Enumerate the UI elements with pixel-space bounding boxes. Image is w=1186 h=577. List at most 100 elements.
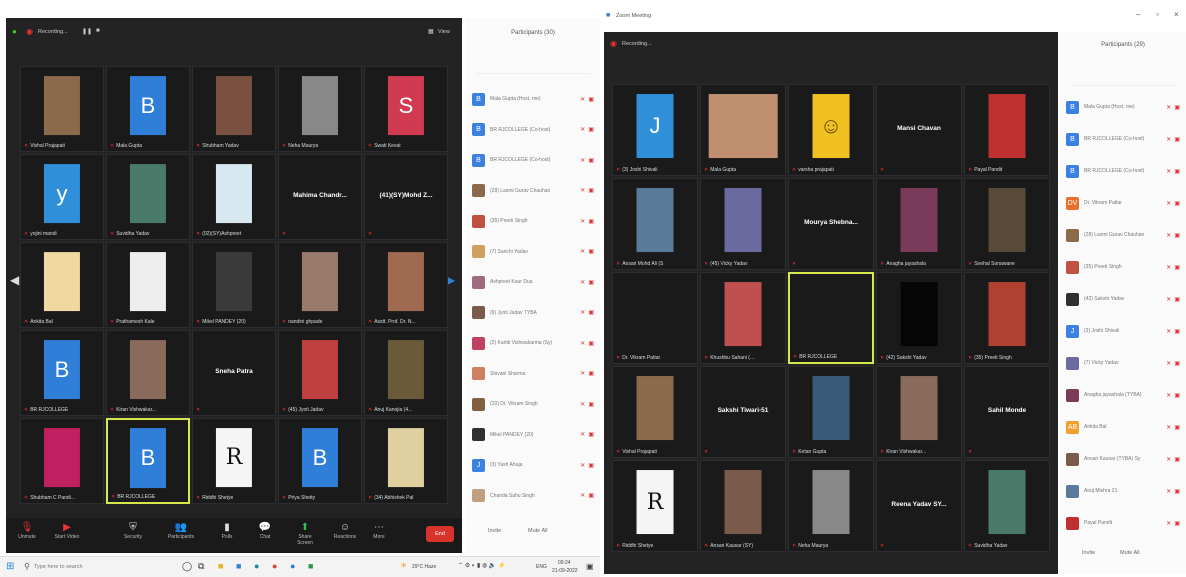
muted-mic-icon[interactable]: ✕ — [580, 96, 585, 103]
participant-row[interactable]: (6) Jyoti Jadav TYBA ✕ ▣ — [472, 302, 594, 324]
reactions-button[interactable]: ☺ Reactions — [330, 522, 360, 540]
video-tile[interactable]: ✕ Ketan Gupta — [788, 366, 874, 458]
video-tile[interactable]: ✕ Payal Pandit — [964, 84, 1050, 176]
video-off-icon[interactable]: ▣ — [588, 462, 594, 469]
video-tile[interactable]: B ✕ Priya Shetty — [278, 418, 362, 504]
participant-row[interactable]: Payal Pandit ✕ ▣ — [1066, 512, 1180, 534]
tray-icons[interactable]: ⌃ ⚙ ◐ ▮ ◍ 🔈 ⚡ — [458, 562, 506, 569]
participant-row[interactable]: (42) Sakshi Yadav ✕ ▣ — [1066, 288, 1180, 310]
right-mute-all-button[interactable]: Mute All — [1120, 550, 1140, 556]
video-off-icon[interactable]: ▣ — [1174, 392, 1180, 399]
close-icon[interactable]: × — [1174, 10, 1179, 19]
muted-mic-icon[interactable]: ✕ — [580, 401, 585, 408]
video-off-icon[interactable]: ▣ — [588, 340, 594, 347]
video-off-icon[interactable]: ▣ — [1174, 264, 1180, 271]
participant-row[interactable]: Ansari Kausar (TYBA) Sy ✕ ▣ — [1066, 448, 1180, 470]
video-off-icon[interactable]: ▣ — [588, 126, 594, 133]
video-tile[interactable]: Mourya Shebna... ✕ — [788, 178, 874, 270]
participant-row[interactable]: (20) Dr. Vikram Singh ✕ ▣ — [472, 393, 594, 415]
video-tile[interactable]: ✕ (42) Sakshi Yadav — [876, 272, 962, 364]
video-tile[interactable]: Reena Yadav SY... ✕ — [876, 460, 962, 552]
participant-row[interactable]: B Mala Gupta (Host, me) ✕ ▣ — [1066, 96, 1180, 118]
video-tile[interactable]: ✕ Neha Maurya — [788, 460, 874, 552]
muted-mic-icon[interactable]: ✕ — [1166, 520, 1171, 527]
windows-start-icon[interactable]: ⊞ — [6, 561, 14, 572]
muted-mic-icon[interactable]: ✕ — [580, 248, 585, 255]
muted-mic-icon[interactable]: ✕ — [580, 218, 585, 225]
video-tile[interactable]: B ✕ BR RJCOLLEGE — [20, 330, 104, 416]
participant-row[interactable]: B Mala Gupta (Host, me) ✕ ▣ — [472, 88, 594, 110]
taskbar-weather[interactable]: 29°C Haze — [412, 564, 436, 570]
video-off-icon[interactable]: ▣ — [588, 96, 594, 103]
muted-mic-icon[interactable]: ✕ — [580, 126, 585, 133]
video-off-icon[interactable]: ▣ — [588, 187, 594, 194]
more-button[interactable]: ⋯ More — [364, 522, 394, 540]
security-button[interactable]: ⛨ Security — [118, 522, 148, 540]
participant-row[interactable]: (28) Laxmi Gurav Chauhan ✕ ▣ — [472, 180, 594, 202]
participant-row[interactable]: Anuj Mishra 21 ✕ ▣ — [1066, 480, 1180, 502]
muted-mic-icon[interactable]: ✕ — [1166, 360, 1171, 367]
muted-mic-icon[interactable]: ✕ — [1166, 104, 1171, 111]
taskbar-lang[interactable]: ENG — [536, 564, 547, 570]
video-off-icon[interactable]: ▣ — [588, 279, 594, 286]
prev-page-arrow[interactable]: ◀ — [10, 273, 19, 287]
file-explorer-icon[interactable]: ■ — [218, 561, 223, 571]
participant-row[interactable]: (35) Preeti Singh ✕ ▣ — [472, 210, 594, 232]
muted-mic-icon[interactable]: ✕ — [1166, 200, 1171, 207]
view-grid-icon[interactable]: ▦ — [428, 28, 434, 35]
video-tile[interactable]: ✕ Shubham C Pandi... — [20, 418, 104, 504]
muted-mic-icon[interactable]: ✕ — [1166, 328, 1171, 335]
maximize-icon[interactable]: ▫ — [1156, 10, 1159, 19]
taskbar-date[interactable]: 21-09-2022 — [552, 568, 578, 574]
muted-mic-icon[interactable]: ✕ — [1166, 264, 1171, 271]
participant-row[interactable]: DV Dr. Vikram Pattar ✕ ▣ — [1066, 192, 1180, 214]
video-tile[interactable]: ✕ (45) Jyoti Jadav — [278, 330, 362, 416]
video-off-icon[interactable]: ▣ — [588, 492, 594, 499]
video-off-icon[interactable]: ▣ — [588, 157, 594, 164]
participant-row[interactable]: Ashpreet Kaur Dua ✕ ▣ — [472, 271, 594, 293]
share-screen-button[interactable]: ⬆ Share Screen — [290, 522, 320, 546]
muted-mic-icon[interactable]: ✕ — [1166, 424, 1171, 431]
video-tile[interactable]: Mansi Chavan ✕ — [876, 84, 962, 176]
taskbar-time[interactable]: 09:24 — [558, 560, 571, 566]
video-off-icon[interactable]: ▣ — [1174, 424, 1180, 431]
right-invite-button[interactable]: Invite — [1082, 550, 1095, 556]
taskbar-search-input[interactable]: Type here to search — [34, 564, 83, 570]
pause-icon[interactable]: ❚❚ — [82, 28, 92, 35]
video-tile[interactable]: ✕ Ankita Bal — [20, 242, 104, 328]
task-view-icon[interactable]: ◯ — [182, 561, 192, 572]
muted-mic-icon[interactable]: ✕ — [1166, 488, 1171, 495]
video-tile[interactable]: ✕ Mala Gupta — [700, 84, 786, 176]
muted-mic-icon[interactable]: ✕ — [580, 157, 585, 164]
video-tile[interactable]: ✕ Suvidha Yadav — [964, 460, 1050, 552]
notification-icon[interactable]: ▣ — [586, 562, 594, 571]
video-tile[interactable]: ✕ Vishal Prajapati — [20, 66, 104, 152]
video-tile[interactable]: ☺ ✕ varsha prajapati — [788, 84, 874, 176]
video-tile[interactable]: y ✕ yojini mandi — [20, 154, 104, 240]
app-icon[interactable]: ■ — [308, 561, 313, 571]
shield-icon[interactable]: ● — [12, 27, 17, 36]
participant-row[interactable]: (28) Laxmi Gurav Chauhan ✕ ▣ — [1066, 224, 1180, 246]
video-tile[interactable]: ✕ Vishal Prajapati — [612, 366, 698, 458]
video-tile[interactable]: R ✕ Riddhi Shetye — [612, 460, 698, 552]
video-off-icon[interactable]: ▣ — [1174, 520, 1180, 527]
video-off-icon[interactable]: ▣ — [1174, 136, 1180, 143]
video-tile[interactable]: ✕ Dr. Vikram Pattar — [612, 272, 698, 364]
video-tile[interactable]: ✕ Suvidha Yadav — [106, 154, 190, 240]
video-tile[interactable]: Sneha Patra ✕ — [192, 330, 276, 416]
muted-mic-icon[interactable]: ✕ — [580, 431, 585, 438]
end-meeting-button[interactable]: End — [426, 526, 454, 542]
video-off-icon[interactable]: ▣ — [588, 370, 594, 377]
participant-row[interactable]: B BR RJCOLLEGE (Co-host) ✕ ▣ — [1066, 128, 1180, 150]
widgets-icon[interactable]: ⧉ — [198, 561, 204, 572]
participant-row[interactable]: Anagha jayashala (TYBA) ✕ ▣ — [1066, 384, 1180, 406]
video-off-icon[interactable]: ▣ — [1174, 200, 1180, 207]
zoom-taskbar-icon[interactable]: ● — [290, 561, 295, 571]
polls-button[interactable]: ▮ Polls — [212, 522, 242, 540]
video-tile[interactable]: ✕ Shubham Yadav — [192, 66, 276, 152]
participants-button[interactable]: 👥 Participants — [166, 522, 196, 540]
video-tile[interactable]: S ✕ Swati Kevat — [364, 66, 448, 152]
muted-mic-icon[interactable]: ✕ — [580, 462, 585, 469]
participant-row[interactable]: B BR RJCOLLEGE (Co-host) ✕ ▣ — [472, 149, 594, 171]
muted-mic-icon[interactable]: ✕ — [580, 340, 585, 347]
